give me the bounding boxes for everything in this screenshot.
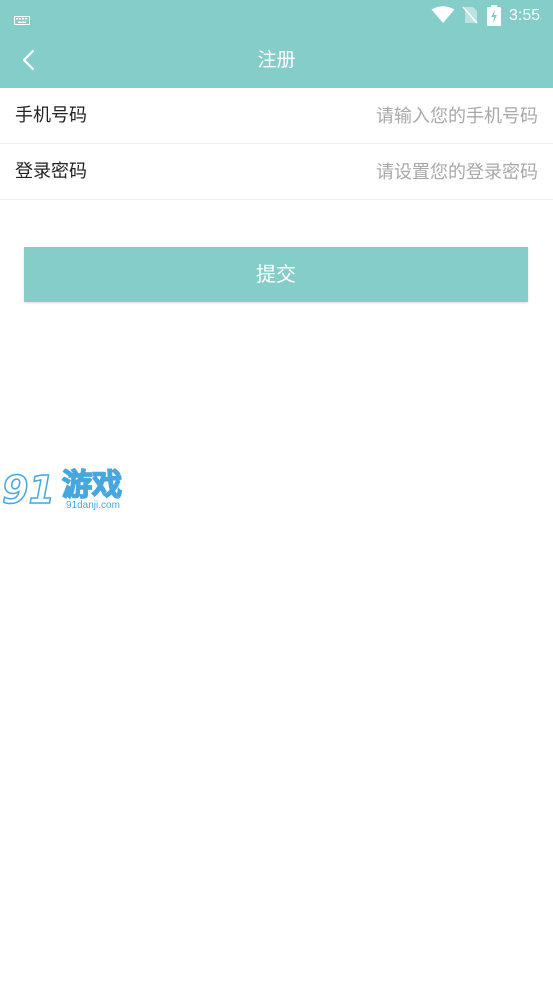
password-row: 登录密码 (0, 144, 553, 200)
keyboard-icon (14, 10, 30, 25)
phone-row: 手机号码 (0, 88, 553, 144)
status-bar: 3:55 (0, 0, 553, 32)
no-sim-icon (462, 6, 478, 24)
app-bar: 注册 (0, 32, 553, 88)
battery-charging-icon (487, 5, 501, 26)
wifi-icon (431, 6, 455, 24)
watermark-number: 91 (1, 467, 55, 513)
watermark-text: 游戏 (61, 467, 123, 504)
submit-button[interactable]: 提交 (24, 247, 528, 302)
watermark-logo: 91 游戏 91danji.com (0, 466, 140, 522)
password-input[interactable] (238, 154, 538, 190)
page-title: 注册 (257, 49, 296, 71)
status-time: 3:55 (509, 7, 541, 24)
phone-input[interactable] (238, 98, 538, 134)
password-label: 登录密码 (15, 161, 87, 182)
phone-label: 手机号码 (15, 105, 87, 126)
watermark-url: 91danji.com (66, 500, 120, 512)
